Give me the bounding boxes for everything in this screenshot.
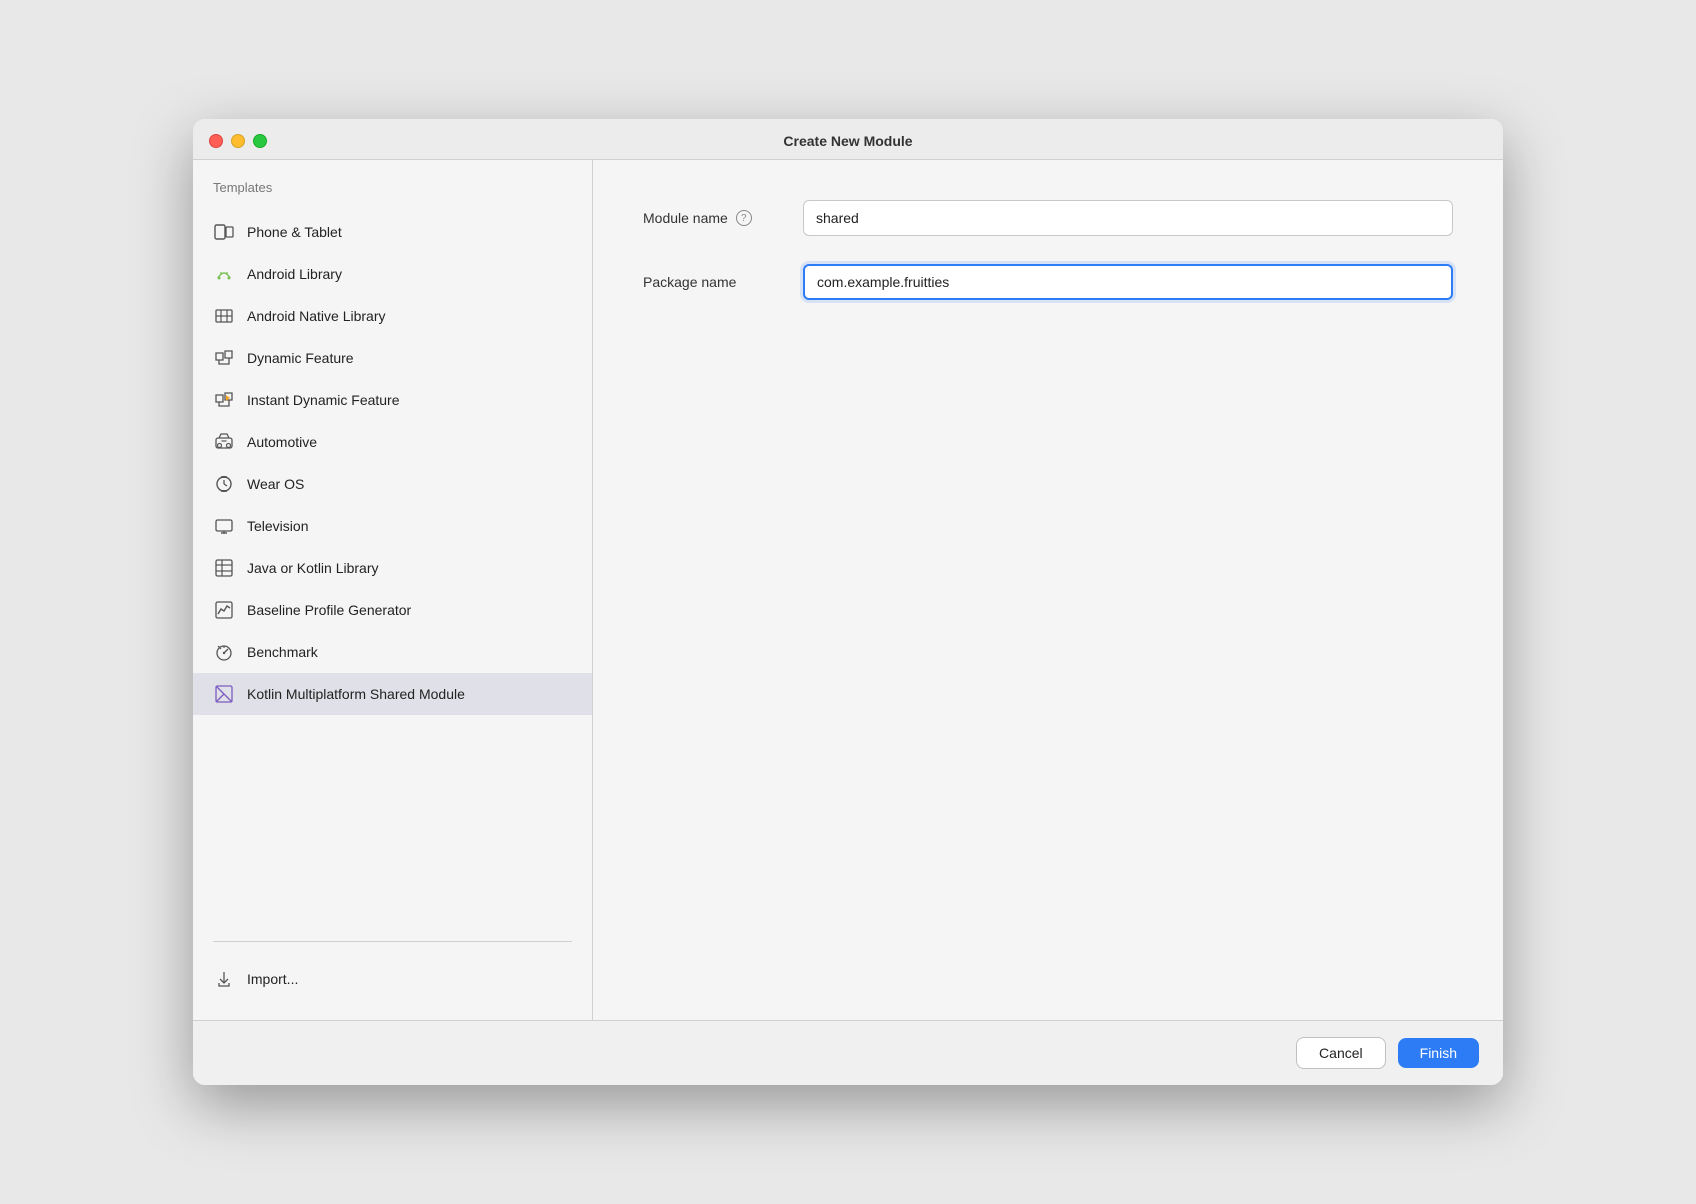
dialog-window: Create New Module Templates Phone & Tabl… — [193, 119, 1503, 1085]
titlebar: Create New Module — [193, 119, 1503, 160]
cancel-button[interactable]: Cancel — [1296, 1037, 1386, 1069]
sidebar-item-label-import: Import... — [247, 971, 298, 987]
sidebar-item-label-television: Television — [247, 518, 308, 534]
sidebar-label: Templates — [193, 180, 592, 211]
package-name-label: Package name — [643, 274, 803, 290]
phone-tablet-icon — [213, 221, 235, 243]
kotlin-multiplatform-icon — [213, 683, 235, 705]
sidebar-item-instant-dynamic-feature[interactable]: Instant Dynamic Feature — [193, 379, 592, 421]
sidebar-item-wear-os[interactable]: Wear OS — [193, 463, 592, 505]
sidebar-items-list: Phone & Tablet Android Library Android N… — [193, 211, 592, 925]
finish-button[interactable]: Finish — [1398, 1038, 1479, 1068]
window-title: Create New Module — [783, 133, 912, 149]
module-name-input[interactable] — [803, 200, 1453, 236]
sidebar-item-label-wear-os: Wear OS — [247, 476, 304, 492]
sidebar-item-java-kotlin-library[interactable]: Java or Kotlin Library — [193, 547, 592, 589]
package-name-row: Package name — [643, 264, 1453, 300]
instant-dynamic-feature-icon — [213, 389, 235, 411]
wear-os-icon — [213, 473, 235, 495]
sidebar-item-kotlin-multiplatform[interactable]: Kotlin Multiplatform Shared Module — [193, 673, 592, 715]
sidebar-item-label-dynamic-feature: Dynamic Feature — [247, 350, 354, 366]
java-kotlin-library-icon — [213, 557, 235, 579]
android-library-icon — [213, 263, 235, 285]
sidebar-item-android-native-library[interactable]: Android Native Library — [193, 295, 592, 337]
maximize-button[interactable] — [253, 134, 267, 148]
automotive-icon — [213, 431, 235, 453]
sidebar-bottom: Import... — [193, 958, 592, 1000]
sidebar-item-label-android-native: Android Native Library — [247, 308, 386, 324]
sidebar-item-import[interactable]: Import... — [193, 958, 592, 1000]
sidebar-item-label-java-kotlin: Java or Kotlin Library — [247, 560, 379, 576]
module-name-row: Module name ? — [643, 200, 1453, 236]
import-icon — [213, 968, 235, 990]
sidebar-item-automotive[interactable]: Automotive — [193, 421, 592, 463]
android-native-library-icon — [213, 305, 235, 327]
dynamic-feature-icon — [213, 347, 235, 369]
dialog-footer: Cancel Finish — [193, 1020, 1503, 1085]
sidebar-item-android-library[interactable]: Android Library — [193, 253, 592, 295]
form-area: Module name ? Package name — [593, 160, 1503, 1020]
sidebar-item-baseline-profile[interactable]: Baseline Profile Generator — [193, 589, 592, 631]
sidebar-item-dynamic-feature[interactable]: Dynamic Feature — [193, 337, 592, 379]
close-button[interactable] — [209, 134, 223, 148]
sidebar: Templates Phone & Tablet Android Library — [193, 160, 593, 1020]
sidebar-item-label-kotlin-multiplatform: Kotlin Multiplatform Shared Module — [247, 686, 465, 702]
baseline-profile-icon — [213, 599, 235, 621]
sidebar-item-television[interactable]: Television — [193, 505, 592, 547]
sidebar-item-phone-tablet[interactable]: Phone & Tablet — [193, 211, 592, 253]
sidebar-item-label-baseline-profile: Baseline Profile Generator — [247, 602, 411, 618]
module-name-label: Module name ? — [643, 210, 803, 226]
module-name-help-icon[interactable]: ? — [736, 210, 752, 226]
television-icon — [213, 515, 235, 537]
sidebar-item-benchmark[interactable]: Benchmark — [193, 631, 592, 673]
main-content: Templates Phone & Tablet Android Library — [193, 160, 1503, 1020]
sidebar-item-label-phone-tablet: Phone & Tablet — [247, 224, 342, 240]
minimize-button[interactable] — [231, 134, 245, 148]
benchmark-icon — [213, 641, 235, 663]
sidebar-item-label-instant-dynamic: Instant Dynamic Feature — [247, 392, 400, 408]
sidebar-divider — [213, 941, 572, 942]
sidebar-item-label-automotive: Automotive — [247, 434, 317, 450]
package-name-input[interactable] — [803, 264, 1453, 300]
window-controls — [209, 134, 267, 148]
sidebar-item-label-benchmark: Benchmark — [247, 644, 318, 660]
sidebar-item-label-android-library: Android Library — [247, 266, 342, 282]
